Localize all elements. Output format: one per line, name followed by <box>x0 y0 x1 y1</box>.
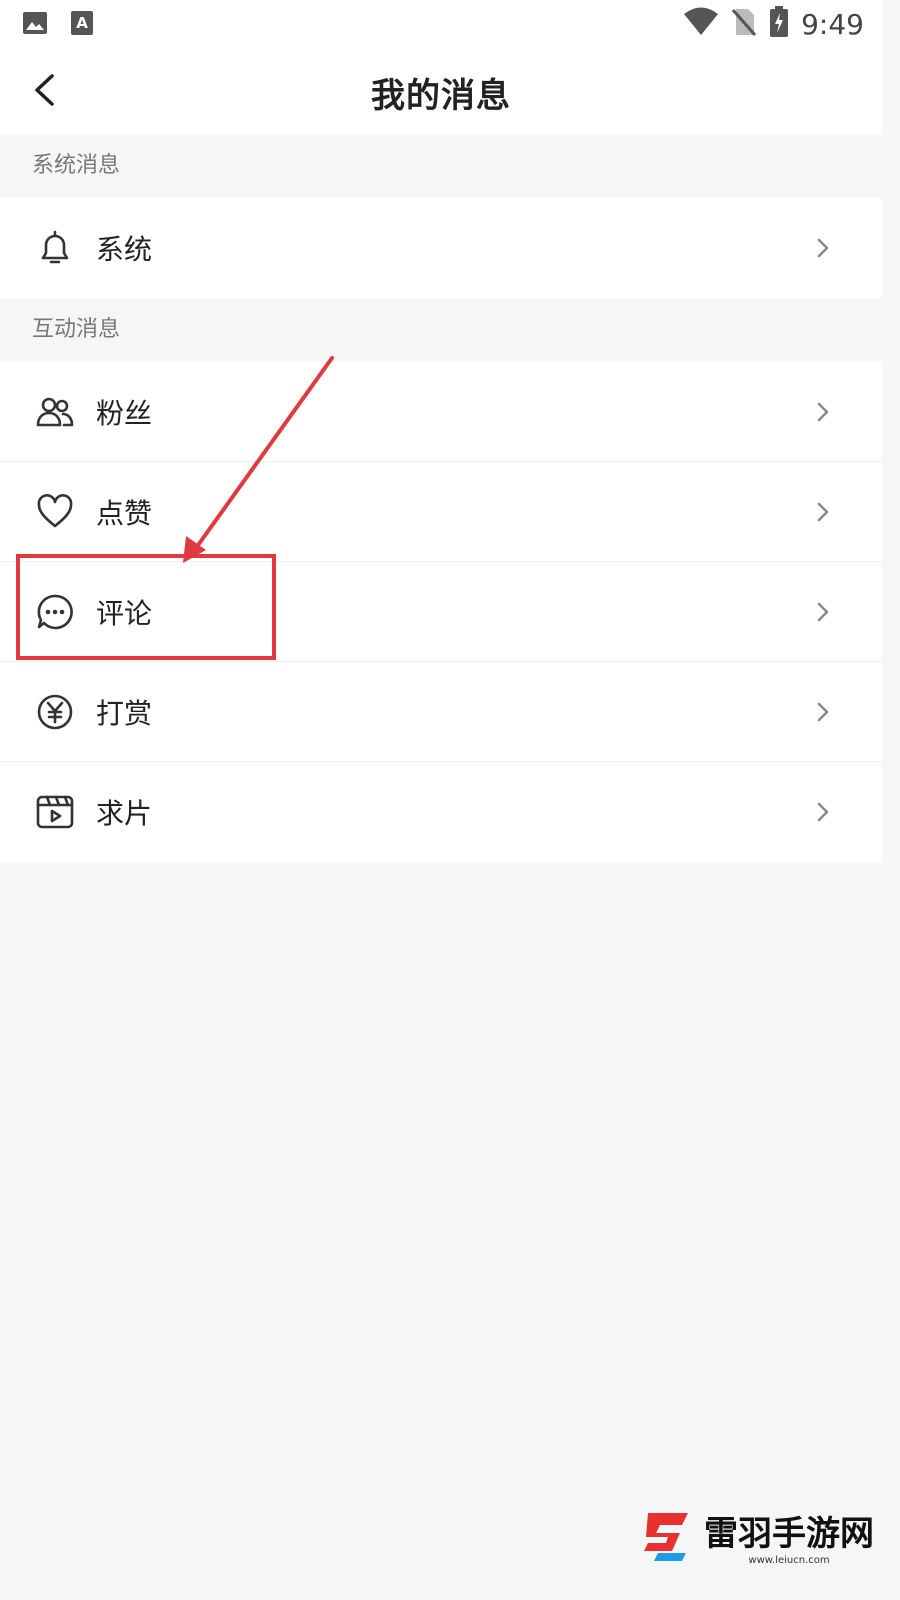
watermark-text: 雷羽手游网 <box>704 1514 874 1554</box>
menu-item-fans[interactable]: 粉丝 <box>0 362 882 462</box>
app-header: 我的消息 <box>0 48 882 134</box>
section-header-interaction: 互动消息 <box>0 298 882 362</box>
menu-item-label: 粉丝 <box>96 397 153 430</box>
yen-icon <box>34 691 76 733</box>
chevron-right-icon <box>817 702 829 722</box>
message-list: 系统消息 系统 互动消息 粉丝 点赞 评论 打赏 求片 <box>0 134 882 862</box>
svg-text:A: A <box>76 14 88 32</box>
menu-item-label: 点赞 <box>96 497 153 530</box>
status-bar: A 9:49 <box>0 0 882 48</box>
video-icon <box>34 791 76 833</box>
menu-item-label: 打赏 <box>96 697 153 730</box>
heart-icon <box>34 491 76 533</box>
menu-item-likes[interactable]: 点赞 <box>0 462 882 562</box>
font-icon: A <box>70 10 94 40</box>
page-title: 我的消息 <box>371 76 511 116</box>
annotation-highlight-box <box>16 554 276 660</box>
section-header-system: 系统消息 <box>0 134 882 198</box>
chevron-right-icon <box>817 502 829 522</box>
battery-charging-icon <box>769 6 789 42</box>
wifi-icon <box>683 7 719 41</box>
menu-item-rewards[interactable]: 打赏 <box>0 662 882 762</box>
watermark-logo-icon <box>644 1513 688 1561</box>
chevron-right-icon <box>817 238 829 258</box>
chevron-right-icon <box>817 402 829 422</box>
watermark-logo: 雷羽手游网 www.leiucn.com <box>636 1504 882 1568</box>
menu-item-label: 求片 <box>96 797 153 830</box>
no-sim-icon <box>731 7 757 41</box>
users-icon <box>34 391 76 433</box>
watermark-url: www.leiucn.com <box>748 1555 830 1566</box>
menu-item-requests[interactable]: 求片 <box>0 762 882 862</box>
status-time: 9:49 <box>801 7 864 41</box>
chevron-right-icon <box>817 802 829 822</box>
bell-icon <box>34 227 76 269</box>
chevron-right-icon <box>817 602 829 622</box>
menu-item-system[interactable]: 系统 <box>0 198 882 298</box>
menu-item-label: 系统 <box>96 233 153 266</box>
image-icon <box>22 10 48 40</box>
